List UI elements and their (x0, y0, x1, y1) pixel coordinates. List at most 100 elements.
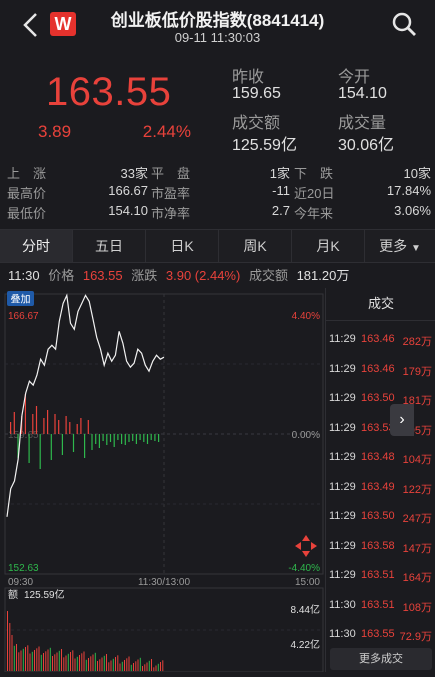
volume-bar (74, 658, 76, 671)
volume-bar (88, 658, 89, 671)
volume-bar (106, 434, 108, 445)
volume-bar (52, 656, 53, 671)
stat-value: 166.67 (108, 183, 148, 198)
trade-row: 11:29 163.46 179万 (326, 363, 435, 383)
volume-bar (95, 434, 97, 444)
volume-bar (115, 657, 116, 671)
volume-bar (119, 663, 121, 671)
volume-bar (158, 434, 160, 442)
price-change-percent: 2.44% (142, 122, 191, 141)
volume-bar (34, 650, 35, 671)
crosshair-icon[interactable] (295, 535, 317, 557)
trade-price: 163.51 (361, 569, 395, 581)
trade-price: 163.46 (361, 333, 395, 345)
volume-bar (54, 414, 56, 434)
chevron-right-icon[interactable]: › (390, 404, 414, 436)
volume-bar (61, 434, 63, 455)
trade-time: 11:29 (329, 480, 356, 493)
trade-volume: 147万 (402, 542, 432, 555)
chart-period-tabs: 分时 五日 日K 周K 月K 更多 ▼ (0, 229, 435, 263)
volume-bar (13, 645, 15, 672)
volume-bar (70, 652, 71, 671)
volume-bar (128, 434, 130, 442)
volume-bar (11, 635, 13, 671)
open-value: 154.10 (338, 85, 387, 102)
volume-bar (54, 654, 56, 672)
volume-bar (39, 434, 41, 469)
volume-bar (108, 662, 110, 672)
stat-label: 最低价 (7, 206, 47, 221)
volume-bar (103, 655, 105, 672)
volume-bar (142, 666, 143, 671)
volume-bar (45, 651, 47, 672)
info-time: 11:30 (8, 268, 40, 283)
volume-bar (81, 653, 83, 672)
tab-five-day[interactable]: 五日 (73, 230, 146, 262)
stat-label: 平 盘 (151, 166, 191, 181)
volume-bar (133, 663, 134, 671)
volume-tick-high: 8.44亿 (291, 603, 320, 616)
volume-bar (117, 434, 119, 440)
volume-bar (29, 653, 31, 671)
trade-row: 11:30 163.55 72.9万 (326, 628, 435, 648)
volume-bar (10, 422, 12, 434)
volume-bar (22, 648, 24, 672)
price-line (6, 293, 165, 517)
volume-bar (16, 644, 17, 671)
trade-volume: 164万 (402, 572, 432, 584)
intraday-chart[interactable]: 叠加 166.67 152.63 4.40% 0.00% -4.40% 159.… (0, 288, 325, 673)
volume-bar (20, 650, 22, 671)
stat-label: 市盈率 (151, 186, 191, 201)
volume-bar (27, 645, 29, 672)
volume-bar (63, 657, 65, 672)
volume-bar (69, 422, 71, 434)
trade-row: 11:29 163.50 181万 (326, 392, 435, 412)
volume-bar (47, 410, 49, 434)
volume-bar (67, 653, 69, 672)
search-icon[interactable] (390, 10, 418, 38)
volume-bar (65, 655, 67, 671)
volume-total: 125.59亿 (24, 588, 65, 601)
trade-price: 163.51 (361, 598, 395, 611)
volume-bar (83, 651, 85, 671)
volume-bar (50, 434, 52, 460)
volume-bar (97, 661, 98, 671)
volume-bar (155, 665, 157, 671)
volume-bar (58, 420, 60, 434)
volume-bar (144, 664, 146, 672)
trade-time: 11:29 (329, 333, 356, 345)
volume-bar (124, 434, 126, 445)
trade-volume: 108万 (402, 601, 432, 614)
volume-bar (117, 655, 119, 672)
trade-volume: 247万 (402, 513, 432, 525)
trade-time: 11:30 (329, 628, 356, 640)
volume-bar (32, 414, 34, 434)
more-trades-button[interactable]: 更多成交 (330, 648, 432, 670)
trade-time: 11:29 (329, 539, 356, 552)
volume-value: 30.06亿 (338, 137, 395, 154)
stat-value: 2.7 (271, 203, 290, 218)
trade-volume: 72.9万 (399, 631, 432, 643)
tab-month-k[interactable]: 月K (292, 230, 365, 262)
stat-label: 市净率 (151, 206, 191, 221)
trades-title[interactable]: 成交 (326, 288, 435, 321)
volume-bar (121, 661, 123, 672)
tab-day-k[interactable]: 日K (146, 230, 219, 262)
tab-intraday[interactable]: 分时 (0, 230, 73, 262)
volume-bar (121, 434, 123, 444)
volume-bar (137, 659, 139, 671)
trade-price: 163.50 (361, 392, 395, 404)
trade-time: 11:30 (329, 598, 356, 611)
volume-bar (7, 611, 8, 671)
trade-volume: 104万 (402, 454, 432, 466)
stat-value: 10家 (403, 166, 431, 181)
trade-time: 11:29 (329, 569, 356, 581)
stat-value: 154.10 (108, 203, 148, 218)
volume-bar (148, 660, 150, 672)
volume-bar (151, 659, 152, 671)
tab-more[interactable]: 更多 ▼ (365, 230, 435, 262)
info-price: 163.55 (82, 268, 123, 283)
trade-time: 11:29 (329, 392, 356, 404)
tab-week-k[interactable]: 周K (219, 230, 292, 262)
intraday-volume-bars (10, 394, 160, 469)
